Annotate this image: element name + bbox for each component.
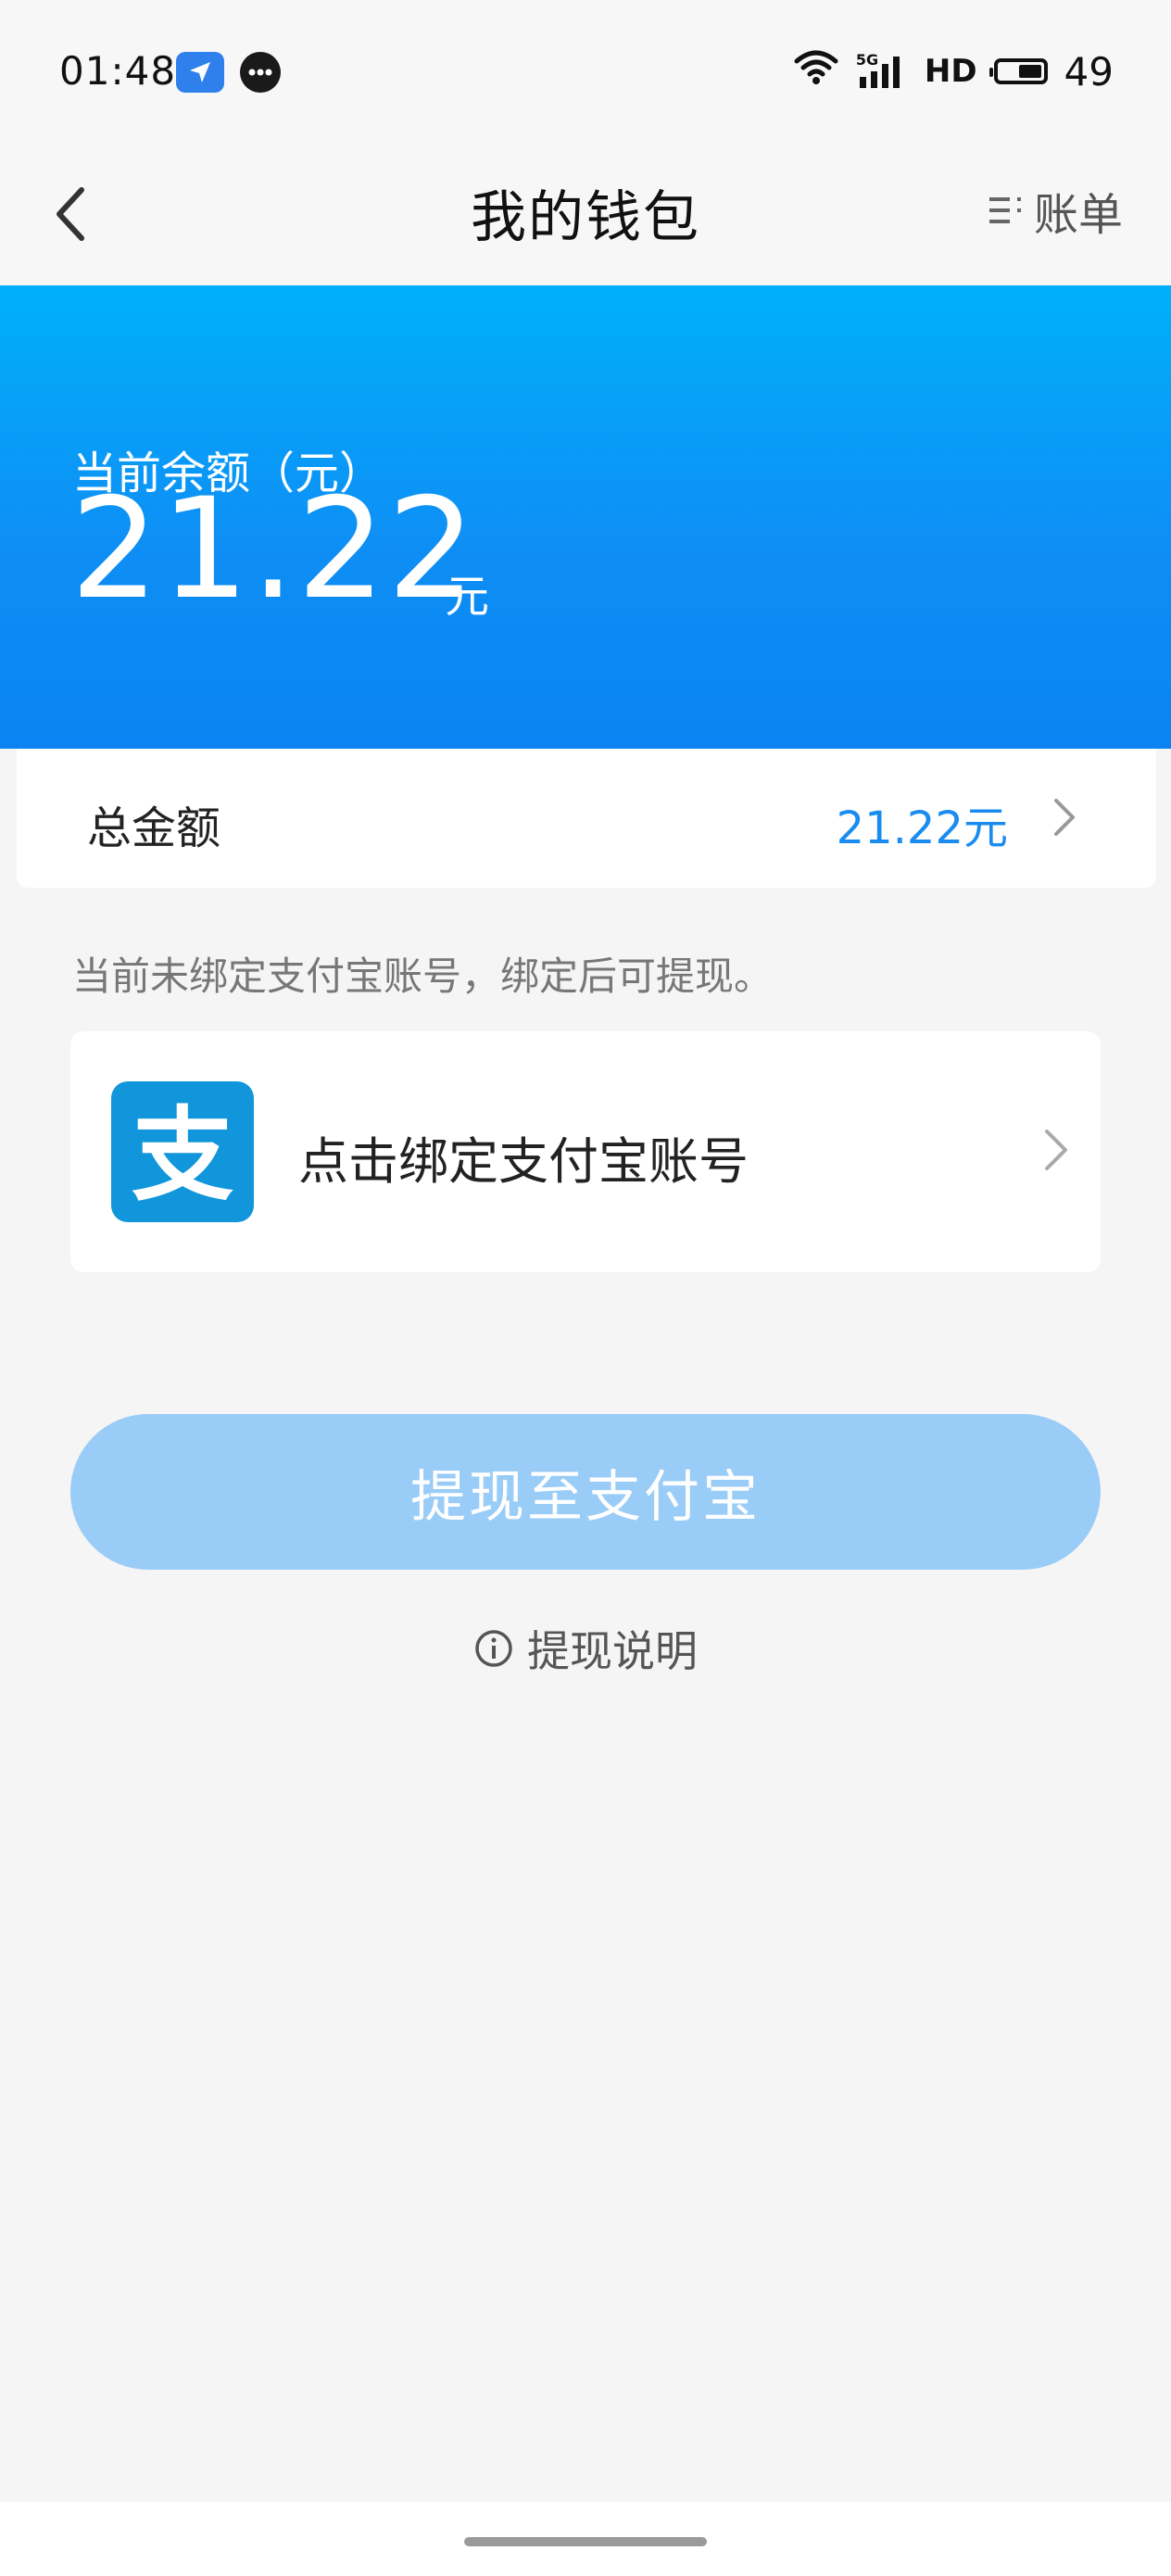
balance-value: 21.22: [70, 469, 478, 630]
cellular-signal-icon: 5G: [856, 51, 908, 90]
message-icon: [240, 52, 281, 93]
withdraw-info-link[interactable]: 提现说明: [0, 1618, 1171, 1679]
total-value: 21.22元: [836, 802, 1008, 854]
withdraw-to-alipay-button[interactable]: 提现至支付宝: [70, 1414, 1101, 1570]
bill-label: 账单: [1033, 189, 1123, 241]
total-amount-row[interactable]: 总金额 21.22元: [17, 749, 1156, 888]
status-time: 01:48: [59, 48, 177, 94]
home-indicator[interactable]: [464, 2537, 707, 2546]
battery-level: 49: [1064, 48, 1114, 95]
header: 我的钱包 账单: [0, 139, 1171, 285]
chevron-right-icon: [1054, 799, 1075, 836]
withdraw-info-label: 提现说明: [527, 1626, 698, 1676]
hd-indicator: HD: [924, 53, 977, 90]
balance-unit: 元: [445, 571, 490, 623]
alipay-logo-icon: 支: [111, 1081, 254, 1222]
gesture-bar: [0, 2502, 1171, 2576]
balance-banner: 当前余额（元） 21.22 元: [0, 285, 1171, 749]
wifi-icon: [793, 48, 839, 95]
status-bar: 01:48 5G HD 49: [0, 0, 1171, 139]
bind-alipay-label: 点击绑定支付宝账号: [298, 1132, 749, 1191]
location-arrow-icon: [176, 52, 224, 93]
bind-hint: 当前未绑定支付宝账号，绑定后可提现。: [72, 953, 774, 999]
chevron-right-icon: [1045, 1130, 1067, 1170]
list-icon: [988, 197, 1021, 223]
alipay-logo-glyph: 支: [132, 1096, 233, 1215]
info-icon: [475, 1630, 512, 1667]
total-label: 总金额: [87, 802, 221, 854]
status-indicators: 5G HD 49: [793, 48, 1114, 95]
bill-button[interactable]: 账单: [988, 178, 1123, 243]
bind-alipay-row[interactable]: 支 点击绑定支付宝账号: [70, 1031, 1101, 1272]
battery-icon: [988, 58, 1048, 84]
